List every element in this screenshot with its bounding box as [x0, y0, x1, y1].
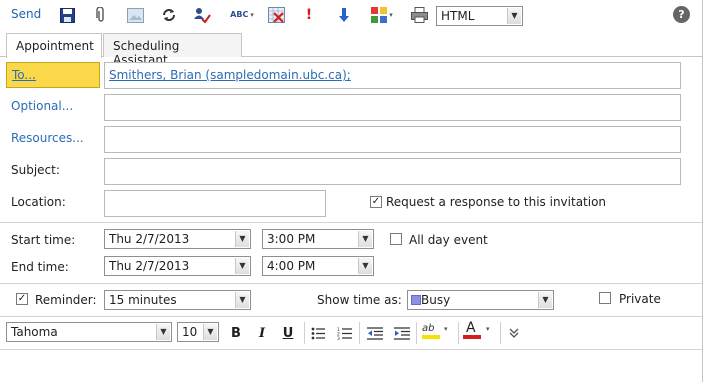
highlight-color-bar: [422, 335, 440, 339]
private-checkbox[interactable]: [599, 292, 611, 304]
decrease-indent-icon[interactable]: [366, 324, 384, 342]
request-response-label: Request a response to this invitation: [386, 195, 607, 209]
reminder-select[interactable]: 15 minutes ▼: [104, 290, 251, 310]
chevron-down-icon: ▼: [235, 258, 249, 274]
cancel-invitation-icon[interactable]: [267, 6, 285, 24]
tab-appointment-label: Appointment: [16, 39, 94, 53]
chevron-down-icon: ▼: [235, 292, 249, 308]
increase-indent-icon[interactable]: [393, 324, 411, 342]
divider: [0, 222, 703, 223]
reminder-checkbox[interactable]: ✓: [16, 293, 28, 305]
start-time-value: 3:00 PM: [267, 232, 316, 246]
chevron-down-icon: ▼: [235, 231, 249, 247]
chevron-down-icon: ▾: [486, 325, 490, 333]
insert-image-icon[interactable]: [126, 6, 144, 24]
subject-label: Subject:: [11, 163, 60, 177]
spell-check-glyph: ABC: [230, 10, 249, 19]
highlight-glyph: ab: [422, 323, 435, 334]
end-date-select[interactable]: Thu 2/7/2013 ▼: [104, 256, 251, 276]
font-select-value: Tahoma: [11, 325, 58, 339]
end-time-value: 4:00 PM: [267, 259, 316, 273]
print-icon[interactable]: [410, 6, 428, 24]
main-toolbar: Send ABC ▾ ! ▾ HTML ▼ ?: [0, 0, 703, 32]
reminder-value: 15 minutes: [109, 293, 177, 307]
chevron-down-icon: ▼: [156, 324, 170, 340]
help-icon[interactable]: ?: [673, 6, 690, 23]
toolbar-separator: [416, 322, 417, 344]
to-field[interactable]: Smithers, Brian (sampledomain.ubc.ca);: [104, 62, 681, 89]
bold-button[interactable]: B: [229, 324, 243, 342]
format-select-value: HTML: [441, 9, 475, 23]
tab-scheduling-assistant[interactable]: Scheduling Assistant: [103, 33, 242, 67]
attach-icon[interactable]: [92, 6, 110, 24]
show-time-as-value: Busy: [421, 293, 451, 307]
all-day-label: All day event: [409, 233, 488, 247]
underline-button[interactable]: U: [281, 324, 295, 342]
start-date-value: Thu 2/7/2013: [109, 232, 190, 246]
busy-color-swatch: [411, 295, 421, 305]
bullet-list-icon[interactable]: [310, 324, 326, 342]
chevron-down-icon: ▼: [538, 292, 552, 308]
chevron-down-icon: ▾: [444, 325, 448, 333]
svg-text:3: 3: [337, 336, 340, 340]
resources-link[interactable]: Resources...: [11, 131, 84, 145]
end-time-label: End time:: [11, 260, 69, 274]
font-color-button[interactable]: A ▾: [463, 321, 493, 339]
toolbar-separator: [304, 322, 305, 344]
optional-link[interactable]: Optional...: [11, 99, 73, 113]
font-size-value: 10: [182, 325, 198, 339]
to-button-label: To...: [12, 68, 36, 82]
location-label: Location:: [11, 195, 66, 209]
chevron-down-icon: ▼: [358, 258, 372, 274]
chevron-down-icon: ▼: [203, 324, 217, 340]
show-time-as-label: Show time as:: [317, 293, 402, 307]
show-time-as-select[interactable]: Busy ▼: [407, 290, 554, 310]
numbered-list-icon[interactable]: 123: [336, 324, 352, 342]
divider: [0, 283, 703, 284]
chevron-down-icon: ▼: [358, 231, 372, 247]
toolbar-separator: [500, 322, 501, 344]
font-size-select[interactable]: 10 ▼: [177, 322, 219, 342]
message-body[interactable]: [0, 349, 703, 382]
font-select[interactable]: Tahoma ▼: [6, 322, 172, 342]
location-input[interactable]: [104, 190, 326, 217]
recipient-separator: ;: [346, 68, 351, 82]
tab-appointment[interactable]: Appointment: [6, 33, 102, 58]
private-label: Private: [619, 292, 661, 306]
send-button[interactable]: Send: [11, 7, 41, 21]
to-button[interactable]: To...: [6, 62, 100, 88]
all-day-checkbox[interactable]: [390, 233, 402, 245]
end-date-value: Thu 2/7/2013: [109, 259, 190, 273]
subject-input[interactable]: [104, 158, 681, 185]
recipient-chip[interactable]: Smithers, Brian (sampledomain.ubc.ca);: [109, 68, 351, 82]
resources-field[interactable]: [104, 126, 681, 153]
check-names-icon[interactable]: [193, 6, 211, 24]
optional-field[interactable]: [104, 94, 681, 121]
high-importance-icon[interactable]: !: [300, 6, 318, 24]
font-color-glyph: A: [466, 320, 476, 336]
toolbar-separator: [458, 322, 459, 344]
more-formatting-icon[interactable]: [507, 324, 521, 342]
categories-icon[interactable]: ▾: [369, 6, 395, 24]
format-select[interactable]: HTML ▼: [436, 6, 523, 26]
toolbar-separator: [359, 322, 360, 344]
spell-check-icon[interactable]: ABC ▾: [228, 6, 256, 24]
end-time-select[interactable]: 4:00 PM ▼: [262, 256, 374, 276]
low-importance-icon[interactable]: [335, 6, 353, 24]
start-time-select[interactable]: 3:00 PM ▼: [262, 229, 374, 249]
start-time-label: Start time:: [11, 233, 76, 247]
start-date-select[interactable]: Thu 2/7/2013 ▼: [104, 229, 251, 249]
highlight-button[interactable]: ab ▾: [422, 322, 452, 340]
request-response-checkbox[interactable]: ✓: [370, 196, 382, 208]
chevron-down-icon: ▼: [507, 8, 521, 24]
reminder-label: Reminder:: [35, 293, 97, 307]
save-icon[interactable]: [58, 6, 76, 24]
font-color-bar: [463, 335, 481, 339]
italic-button[interactable]: I: [255, 324, 269, 342]
recipient-name[interactable]: Smithers, Brian (sampledomain.ubc.ca): [109, 68, 347, 82]
help-glyph: ?: [678, 8, 685, 21]
recurrence-icon[interactable]: [160, 6, 178, 24]
